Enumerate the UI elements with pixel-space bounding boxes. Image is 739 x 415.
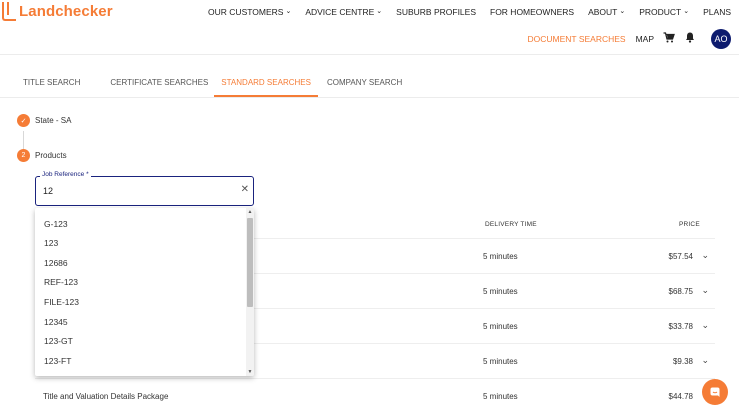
job-reference-field[interactable]: Job Reference * 12 ✕ (35, 171, 254, 206)
delivery-time: 5 minutes (483, 252, 518, 261)
step-products-label: Products (35, 151, 67, 160)
product-price: $33.78 (668, 322, 693, 331)
logo-text: Landchecker (19, 3, 113, 20)
product-price: $9.38 (672, 357, 693, 366)
suggestion-item[interactable]: 123-GT (44, 336, 73, 346)
tab-title-search[interactable]: TITLE SEARCH (16, 72, 87, 97)
chevron-down-icon[interactable]: ⌄ (701, 355, 709, 366)
suggestion-item[interactable]: 123 (44, 238, 58, 248)
tab-standard-searches[interactable]: STANDARD SEARCHES (214, 72, 318, 97)
map-link[interactable]: MAP (636, 34, 654, 44)
nav-about[interactable]: ABOUT ⌄ (588, 7, 625, 17)
logo[interactable]: Landchecker (2, 2, 113, 21)
delivery-time: 5 minutes (483, 322, 518, 331)
main-menu: OUR CUSTOMERS ⌄ ADVICE CENTRE ⌄ SUBURB PRO… (194, 7, 731, 17)
top-navigation: Landchecker OUR CUSTOMERS ⌄ ADVICE CENTRE… (0, 0, 739, 26)
suggestion-item[interactable]: 123-FT (44, 356, 71, 366)
chevron-down-icon[interactable]: ⌄ (701, 250, 709, 261)
chevron-down-icon[interactable]: ⌄ (701, 320, 709, 331)
suggestion-item[interactable]: G-123 (44, 219, 68, 229)
chevron-down-icon: ⌄ (683, 8, 690, 15)
chevron-down-icon: ⌄ (376, 8, 383, 15)
chat-button[interactable] (702, 379, 728, 405)
search-tabs: TITLE SEARCH CERTIFICATE SEARCHES STANDA… (16, 72, 409, 97)
chevron-down-icon: ⌄ (285, 8, 292, 15)
avatar[interactable]: AO (711, 29, 731, 49)
product-row[interactable]: Title and Valuation Details Package 5 mi… (35, 378, 715, 413)
job-reference-suggestions: G-123 123 12686 REF-123 FILE-123 12345 1… (35, 208, 254, 376)
header-divider (0, 54, 739, 55)
step-number: 2 (17, 149, 30, 162)
delivery-time: 5 minutes (483, 392, 518, 401)
tab-certificate-searches[interactable]: CERTIFICATE SEARCHES (103, 72, 215, 97)
check-icon: ✓ (17, 114, 30, 127)
chat-icon (710, 387, 720, 397)
nav-product[interactable]: PRODUCT ⌄ (639, 7, 689, 17)
job-reference-input[interactable]: 12 (43, 186, 53, 196)
product-price: $44.78 (668, 392, 693, 401)
bell-icon[interactable] (685, 30, 695, 48)
nav-advice-centre[interactable]: ADVICE CENTRE ⌄ (305, 7, 382, 17)
suggestion-item[interactable]: FILE-123 (44, 297, 79, 307)
delivery-time: 5 minutes (483, 287, 518, 296)
product-name: Title and Valuation Details Package (43, 392, 169, 401)
step-products[interactable]: 2 Products (17, 149, 67, 162)
price-header: PRICE (679, 221, 700, 228)
step-state-label: State - SA (35, 116, 72, 125)
job-reference-label: Job Reference * (40, 171, 91, 178)
product-price: $57.54 (668, 252, 693, 261)
cart-icon[interactable] (663, 30, 675, 48)
step-state[interactable]: ✓ State - SA (17, 114, 71, 127)
tabs-divider (0, 97, 739, 98)
nav-our-customers[interactable]: OUR CUSTOMERS ⌄ (208, 7, 291, 17)
suggestion-item[interactable]: 12345 (44, 317, 68, 327)
suggestions-scrollbar[interactable]: ▲ ▼ (246, 208, 254, 376)
chevron-down-icon: ⌄ (619, 8, 626, 15)
suggestion-item[interactable]: 12686 (44, 258, 68, 268)
product-price: $68.75 (668, 287, 693, 296)
nav-suburb-profiles[interactable]: SUBURB PROFILES (396, 7, 476, 17)
scrollbar-thumb[interactable] (247, 218, 253, 307)
tab-company-search[interactable]: COMPANY SEARCH (320, 72, 409, 97)
step-connector (23, 131, 24, 150)
scroll-down-icon[interactable]: ▼ (247, 369, 253, 375)
chevron-down-icon[interactable]: ⌄ (701, 285, 709, 296)
delivery-time: 5 minutes (483, 357, 518, 366)
scroll-up-icon[interactable]: ▲ (247, 209, 253, 215)
clear-icon[interactable]: ✕ (241, 184, 249, 195)
suggestion-item[interactable]: REF-123 (44, 277, 78, 287)
logo-icon (2, 2, 16, 21)
user-toolbar: DOCUMENT SEARCHES MAP AO (528, 28, 731, 50)
delivery-time-header: DELIVERY TIME (485, 221, 537, 228)
nav-for-homeowners[interactable]: FOR HOMEOWNERS (490, 7, 574, 17)
document-searches-link[interactable]: DOCUMENT SEARCHES (528, 34, 626, 44)
nav-plans[interactable]: PLANS (703, 7, 731, 17)
